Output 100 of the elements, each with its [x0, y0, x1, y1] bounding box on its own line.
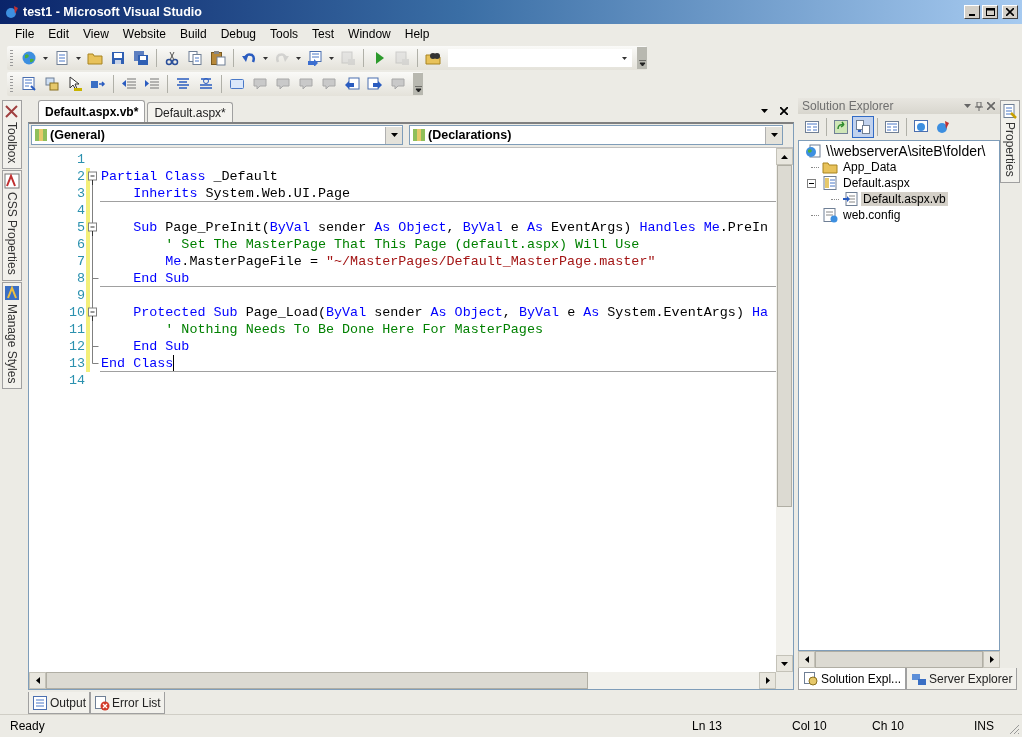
panel-tab[interactable]: Output [28, 692, 91, 714]
error-list-icon [94, 694, 111, 711]
overflow-chevron-icon[interactable] [413, 73, 423, 95]
line-number: 14 [67, 372, 85, 389]
dropdown-arrow-icon[interactable] [770, 133, 778, 137]
find-field[interactable] [448, 49, 632, 67]
document-tab[interactable]: Default.aspx* [147, 102, 233, 122]
horizontal-scrollbar[interactable] [798, 651, 1000, 668]
code-line: ' Nothing Needs To Be Done Here For MasterPages [164, 321, 543, 338]
paste-icon[interactable] [208, 48, 228, 68]
close-button[interactable] [1002, 5, 1018, 19]
navigate-icon[interactable] [305, 48, 325, 68]
dropdown-arrow-icon[interactable] [329, 56, 334, 60]
document-tab[interactable]: Default.aspx.vb* [38, 100, 146, 122]
side-tab-label: CSS Properties [5, 192, 19, 276]
collapse-icon[interactable] [807, 178, 816, 188]
overflow-chevron-icon[interactable] [637, 47, 647, 69]
dropdown-arrow-icon[interactable] [43, 56, 48, 60]
copy-icon[interactable] [185, 48, 205, 68]
minimize-button[interactable] [964, 5, 980, 19]
vertical-scrollbar[interactable] [776, 148, 793, 672]
panel-tab[interactable]: Solution Expl... [798, 668, 907, 690]
side-tab-label: Toolbox [5, 122, 19, 164]
tab-label: Server Explorer [929, 671, 1013, 686]
code-line: End Sub [132, 270, 190, 287]
tab-label: Solution Expl... [821, 671, 902, 686]
menu-item[interactable]: Debug [213, 27, 264, 41]
dropdown-arrow-icon[interactable] [76, 56, 81, 60]
save-all-icon[interactable] [131, 48, 151, 68]
dropdown-value: (General) [50, 128, 106, 142]
menu-item[interactable]: Help [397, 27, 437, 41]
arrow-up-icon[interactable] [781, 154, 788, 159]
line-number: 5 [75, 219, 85, 236]
line-number: 6 [75, 236, 85, 253]
menu-item[interactable]: Tools [263, 27, 306, 41]
scroll-thumb[interactable] [46, 672, 588, 689]
arrow-left-icon[interactable] [35, 677, 40, 684]
resize-grip-icon[interactable] [1008, 723, 1020, 735]
pin-icon[interactable] [974, 101, 984, 111]
refresh-icon[interactable] [831, 117, 851, 137]
tab-label: Output [50, 695, 87, 710]
page-icon [822, 175, 838, 191]
panel-title: Solution Explorer [802, 99, 894, 113]
menu-item[interactable]: Test [305, 27, 342, 41]
member-dropdown[interactable]: (Declarations) [409, 125, 783, 145]
side-tab[interactable]: Manage Styles [2, 282, 22, 390]
code-line: Sub Page_PreInit(ByVal sender As Object, ByVal e As EventArgs) Handles Me.PreIn [132, 219, 769, 236]
dropdown-arrow-icon[interactable] [263, 56, 268, 60]
menu-item[interactable]: Window [341, 27, 398, 41]
close-icon[interactable] [779, 106, 789, 116]
collapse-icon[interactable] [87, 219, 99, 236]
close-icon [1006, 8, 1014, 16]
panel-tab[interactable]: Error List [90, 692, 165, 714]
side-tab-label: Properties [1003, 122, 1017, 177]
menu-item[interactable]: Website [115, 27, 173, 41]
code-line: Partial Class _Default [101, 168, 278, 185]
menu-item[interactable]: View [76, 27, 116, 41]
scroll-thumb[interactable] [815, 651, 983, 668]
tree-item[interactable]: web.config [841, 208, 903, 222]
line-number: 3 [75, 185, 85, 202]
arrow-left-icon[interactable] [804, 656, 809, 663]
arrow-right-icon[interactable] [765, 677, 770, 684]
horizontal-scrollbar[interactable] [29, 672, 776, 689]
collapse-icon[interactable] [87, 168, 99, 185]
tree-item[interactable]: Default.aspx.vb [861, 192, 948, 206]
globe-icon [805, 143, 821, 159]
line-number: 4 [75, 202, 85, 219]
side-tab[interactable]: Toolbox [2, 100, 22, 170]
dropdown-arrow-icon[interactable] [622, 56, 627, 60]
nest-files-icon[interactable] [853, 117, 873, 137]
tree-item[interactable]: \\webserverA\siteB\folder\ [824, 143, 988, 159]
side-tab[interactable]: Properties [1000, 100, 1020, 183]
collapse-icon[interactable] [87, 304, 99, 321]
side-tab-label: Manage Styles [5, 304, 19, 384]
column-indicator: Col 10 [792, 719, 828, 733]
scroll-thumb[interactable] [777, 165, 792, 507]
output-icon [32, 694, 48, 711]
char-indicator: Ch 10 [872, 719, 906, 733]
dropdown-value: (Declarations) [428, 128, 513, 142]
menu-item[interactable]: File [8, 27, 42, 41]
arrow-down-icon[interactable] [781, 661, 788, 666]
class-icon [412, 127, 426, 143]
code-line: Inherits System.Web.UI.Page [132, 185, 351, 202]
class-dropdown[interactable]: (General) [31, 125, 403, 145]
tree-item[interactable]: Default.aspx [841, 176, 912, 190]
dropdown-arrow-icon[interactable] [390, 133, 398, 137]
arrow-right-icon[interactable] [989, 656, 994, 663]
maximize-button[interactable] [982, 5, 998, 19]
side-tab[interactable]: CSS Properties [2, 170, 22, 282]
dropdown-arrow-icon[interactable] [296, 56, 301, 60]
dropdown-arrow-icon[interactable] [759, 106, 769, 116]
window-title: test1 - Microsoft Visual Studio [23, 5, 202, 19]
menu-item[interactable]: Build [172, 27, 214, 41]
menu-item[interactable]: Edit [41, 27, 77, 41]
panel-tab[interactable]: Server Explorer [906, 668, 1018, 690]
code-file-icon [842, 191, 858, 207]
tree-item[interactable]: App_Data [841, 160, 899, 174]
tab-label: Error List [112, 695, 161, 710]
line-number: 9 [75, 287, 85, 304]
line-number: 2 [75, 168, 85, 185]
